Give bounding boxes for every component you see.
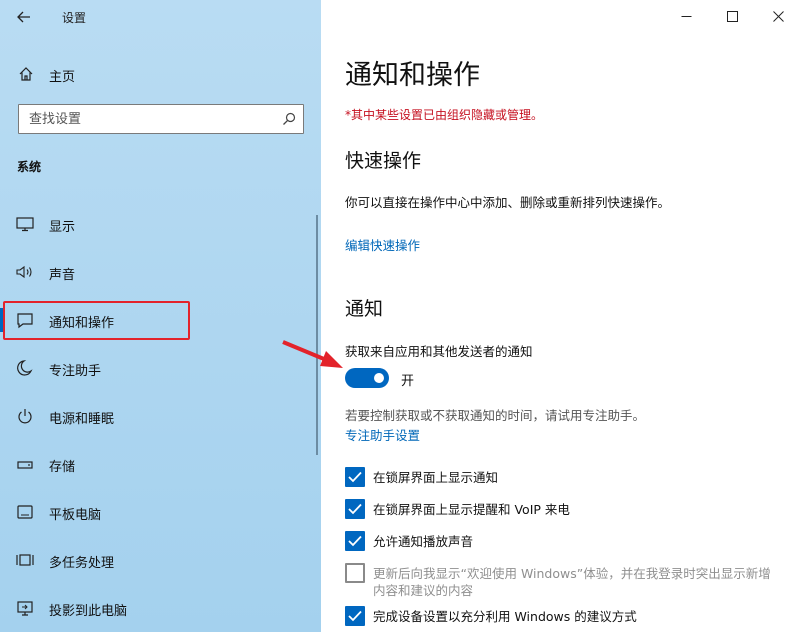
sidebar-item-label: 存储 (49, 460, 76, 475)
checkbox-label: 在锁屏界面上显示提醒和 VoIP 来电 (373, 502, 570, 517)
checkbox-disabled (345, 563, 365, 583)
checkmark-icon (348, 503, 362, 515)
notifications-toggle[interactable] (345, 368, 389, 388)
sidebar-item-project[interactable]: 投影到此电脑 (0, 590, 321, 626)
sidebar-item-focus-assist[interactable]: 专注助手 (0, 350, 321, 386)
toggle-state-label: 开 (401, 374, 415, 389)
search-icon[interactable] (281, 111, 297, 127)
tablet-icon (17, 505, 33, 519)
focus-assist-settings-link[interactable]: 专注助手设置 (345, 425, 420, 444)
sidebar-item-display[interactable]: 显示 (0, 206, 321, 242)
minimize-icon (681, 15, 691, 17)
sidebar-item-multitasking[interactable]: 多任务处理 (0, 542, 321, 578)
checkbox-label: 更新后向我显示“欢迎使用 Windows”体验，并在我登录时突出显示新增内容和建… (373, 566, 771, 598)
power-icon (18, 409, 32, 424)
back-button[interactable] (10, 5, 38, 29)
sidebar-item-power-sleep[interactable]: 电源和睡眠 (0, 398, 321, 434)
sidebar-item-storage[interactable]: 存储 (0, 446, 321, 482)
sidebar-scrollbar[interactable] (316, 215, 318, 455)
checkbox[interactable] (345, 531, 365, 551)
checkbox-label: 允许通知播放声音 (373, 534, 474, 549)
checkbox-label: 完成设备设置以充分利用 Windows 的建议方式 (373, 609, 637, 624)
speaker-icon (16, 265, 32, 279)
sidebar-item-label: 电源和睡眠 (49, 412, 115, 427)
title-bar-left: 设置 (0, 0, 321, 34)
sidebar-item-label: 平板电脑 (49, 508, 102, 523)
sidebar-item-home[interactable]: 主页 (0, 58, 321, 90)
project-icon (17, 601, 33, 616)
section-label: 系统 (17, 160, 42, 174)
checkmark-icon (348, 535, 362, 547)
edit-quick-actions-link[interactable]: 编辑快速操作 (345, 235, 420, 254)
managed-warning: *其中某些设置已由组织隐藏或管理。 (345, 108, 544, 122)
main-content: 通知和操作 *其中某些设置已由组织隐藏或管理。 快速操作 你可以直接在操作中心中… (321, 0, 801, 632)
checkbox[interactable] (345, 499, 365, 519)
storage-icon (17, 461, 33, 469)
sidebar-item-label: 显示 (49, 220, 76, 235)
sidebar-item-sound[interactable]: 声音 (0, 254, 321, 290)
checkbox[interactable] (345, 606, 365, 626)
checkmark-icon (348, 610, 362, 622)
home-icon (19, 67, 33, 81)
minimize-button[interactable] (663, 0, 709, 32)
search-input[interactable] (19, 105, 275, 133)
window-controls (663, 0, 801, 32)
search-box[interactable] (18, 104, 304, 134)
sidebar-item-label: 专注助手 (49, 364, 102, 379)
close-button[interactable] (755, 0, 801, 32)
arrow-left-icon (17, 11, 30, 23)
checkmark-icon (348, 471, 362, 483)
sidebar-item-label: 投影到此电脑 (49, 604, 128, 619)
app-title: 设置 (62, 11, 87, 25)
maximize-button[interactable] (709, 0, 755, 32)
close-icon (772, 10, 784, 22)
sidebar-item-tablet[interactable]: 平板电脑 (0, 494, 321, 530)
page-title: 通知和操作 (345, 60, 480, 91)
moon-icon (17, 360, 33, 376)
notifications-heading: 通知 (345, 298, 384, 320)
monitor-icon (16, 217, 34, 232)
multitask-icon (16, 554, 34, 566)
notifications-toggle-label: 获取来自应用和其他发送者的通知 (345, 344, 533, 359)
quick-actions-description: 你可以直接在操作中心中添加、删除或重新排列快速操作。 (345, 195, 671, 210)
checkbox-label: 在锁屏界面上显示通知 (373, 470, 499, 485)
sidebar-item-label: 声音 (49, 268, 76, 283)
checkbox[interactable] (345, 467, 365, 487)
focus-assist-hint: 若要控制获取或不获取通知的时间，请试用专注助手。 (345, 408, 646, 423)
maximize-icon (726, 10, 738, 22)
quick-actions-heading: 快速操作 (345, 150, 422, 172)
sidebar-item-label: 主页 (49, 70, 76, 85)
highlight-annotation-box (3, 301, 190, 340)
sidebar-item-label: 多任务处理 (49, 556, 115, 571)
